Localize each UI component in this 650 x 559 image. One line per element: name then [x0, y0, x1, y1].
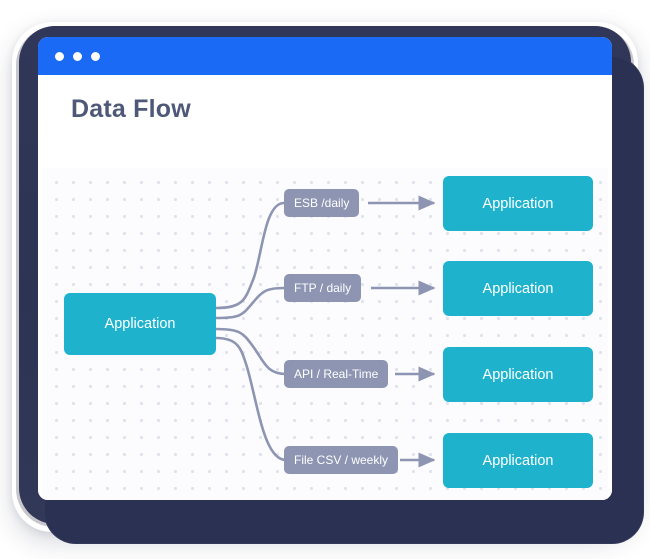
screenshot-stage: Data Flow Application ESB /daily FTP / d…	[0, 0, 650, 559]
browser-window: Data Flow Application ESB /daily FTP / d…	[38, 37, 612, 500]
window-dot-minimize-icon[interactable]	[73, 51, 82, 61]
flow-label-filecsv-text: File CSV / weekly	[294, 453, 389, 467]
destination-application-label-3: Application	[482, 366, 554, 383]
flow-label-ftp[interactable]: FTP / daily	[284, 274, 362, 302]
window-content: Data Flow Application ESB /daily FTP / d…	[38, 75, 612, 500]
connector-ftp	[214, 286, 286, 320]
window-dot-maximize-icon[interactable]	[91, 51, 100, 61]
flow-label-filecsv[interactable]: File CSV / weekly	[284, 446, 399, 474]
connector-esb	[214, 201, 286, 310]
flow-label-esb-text: ESB /daily	[294, 196, 350, 210]
destination-application-node-4[interactable]: Application	[443, 433, 593, 488]
connector-filecsv	[214, 336, 288, 462]
data-flow-diagram: Application ESB /daily FTP / daily API /…	[38, 75, 612, 500]
destination-application-label-4: Application	[482, 452, 554, 469]
flow-label-api-text: API / Real-Time	[294, 367, 379, 381]
destination-application-node-3[interactable]: Application	[443, 347, 593, 402]
destination-application-node-2[interactable]: Application	[443, 261, 593, 316]
destination-application-label-1: Application	[482, 195, 554, 212]
flow-label-esb[interactable]: ESB /daily	[284, 189, 360, 217]
window-titlebar	[38, 37, 612, 75]
flow-label-api[interactable]: API / Real-Time	[284, 360, 389, 388]
source-application-label: Application	[104, 316, 176, 332]
flow-label-ftp-text: FTP / daily	[294, 281, 352, 295]
connector-api	[214, 327, 288, 376]
destination-application-label-2: Application	[482, 280, 554, 297]
destination-application-node-1[interactable]: Application	[443, 176, 593, 231]
source-application-node[interactable]: Application	[64, 293, 216, 355]
window-dot-close-icon[interactable]	[55, 51, 64, 61]
